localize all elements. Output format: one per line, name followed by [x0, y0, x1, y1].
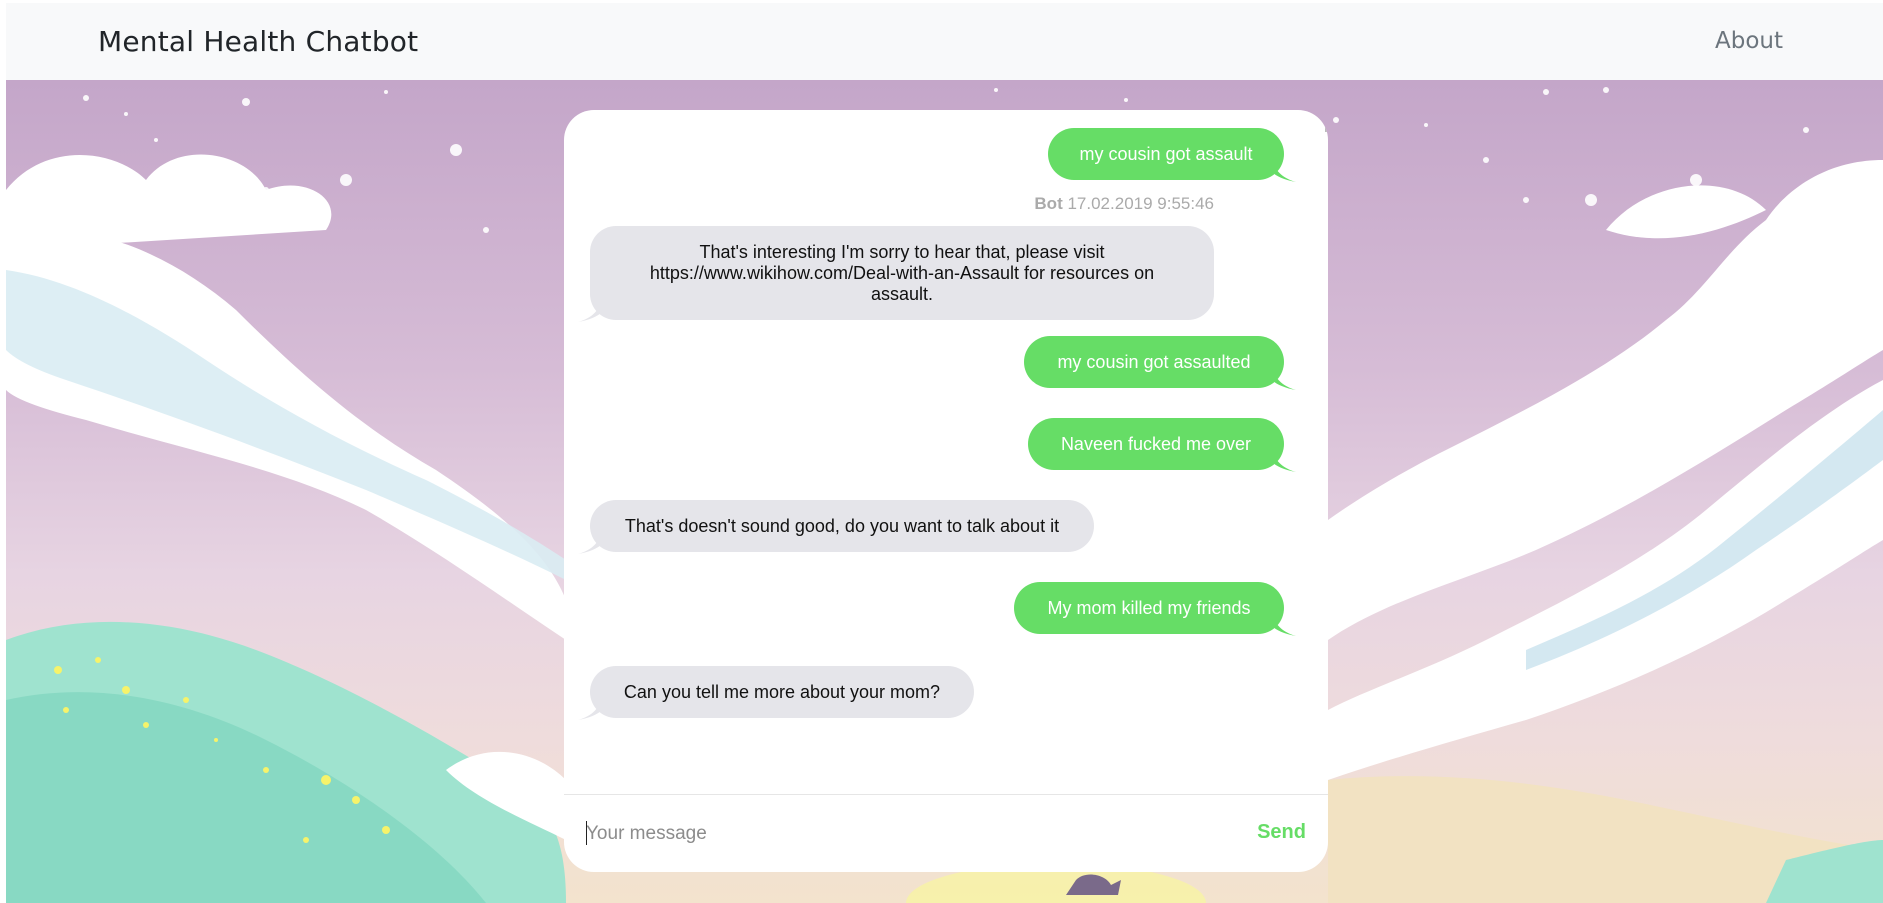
message-text: my cousin got assault	[1079, 143, 1253, 164]
message-timestamp: 17.02.2019 9:55:46	[1067, 194, 1214, 213]
user-message: Naveen fucked me over	[1028, 418, 1284, 470]
speech-bubble-tail-right-icon	[1272, 366, 1296, 390]
bot-message: Can you tell me more about your mom?	[590, 666, 974, 718]
bot-message: That's doesn't sound good, do you want t…	[590, 500, 1094, 552]
message-text: my cousin got assaulted	[1057, 351, 1251, 372]
message-text: Can you tell me more about your mom?	[623, 681, 941, 702]
user-message: My mom killed my friends	[1014, 582, 1284, 634]
speech-bubble-tail-right-icon	[1272, 158, 1296, 182]
bot-message-meta: Bot 17.02.2019 9:55:46	[1014, 194, 1214, 214]
speech-bubble-tail-left-icon	[578, 530, 602, 554]
bot-name: Bot	[1034, 194, 1063, 213]
bot-message: That's interesting I'm sorry to hear tha…	[590, 226, 1214, 320]
navbar-brand[interactable]: Mental Health Chatbot	[98, 25, 418, 58]
message-text: That's doesn't sound good, do you want t…	[624, 515, 1060, 536]
user-message: my cousin got assaulted	[1024, 336, 1284, 388]
speech-bubble-tail-right-icon	[1272, 448, 1296, 472]
speech-bubble-tail-left-icon	[578, 298, 602, 322]
message-text: Naveen fucked me over	[1060, 433, 1252, 454]
message-text: That's interesting I'm sorry to hear tha…	[649, 241, 1155, 304]
message-input[interactable]	[584, 817, 1186, 851]
send-button[interactable]: Send	[1257, 821, 1306, 844]
text-caret	[586, 821, 587, 845]
navbar: Mental Health Chatbot About	[6, 3, 1883, 80]
message-list[interactable]: my cousin got assault Bot 17.02.2019 9:5…	[564, 110, 1328, 794]
speech-bubble-tail-right-icon	[1272, 612, 1296, 636]
user-message: my cousin got assault	[1048, 128, 1284, 180]
scrollbar[interactable]	[1325, 110, 1327, 132]
message-text: My mom killed my friends	[1047, 597, 1251, 618]
message-composer: Send	[564, 794, 1328, 872]
page: Mental Health Chatbot About my cousin go…	[0, 0, 1883, 903]
speech-bubble-tail-left-icon	[578, 696, 602, 720]
chat-window: my cousin got assault Bot 17.02.2019 9:5…	[564, 110, 1328, 872]
nav-link-about[interactable]: About	[1715, 28, 1783, 54]
